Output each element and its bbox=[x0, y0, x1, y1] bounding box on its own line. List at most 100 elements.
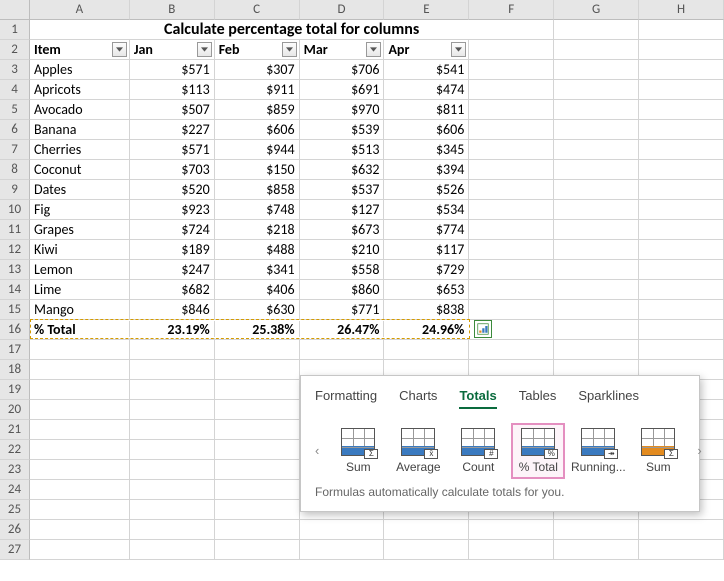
cell-B27[interactable] bbox=[130, 540, 215, 560]
cell-C17[interactable] bbox=[215, 340, 300, 360]
cell-mar-12[interactable]: $210 bbox=[300, 240, 385, 260]
cell-jan-8[interactable]: $703 bbox=[130, 160, 215, 180]
header-jan[interactable]: Jan bbox=[130, 40, 215, 60]
cell-mar-8[interactable]: $632 bbox=[300, 160, 385, 180]
qa-item--total3[interactable]: %% Total bbox=[513, 425, 563, 477]
row-header-21[interactable]: 21 bbox=[0, 420, 30, 440]
cell-jan-4[interactable]: $113 bbox=[130, 80, 215, 100]
col-header-A[interactable]: A bbox=[30, 0, 130, 20]
qa-item-average1[interactable]: x̄Average bbox=[393, 425, 443, 477]
cell-jan-3[interactable]: $571 bbox=[130, 60, 215, 80]
row-header-6[interactable]: 6 bbox=[0, 120, 30, 140]
row-header-17[interactable]: 17 bbox=[0, 340, 30, 360]
cell-C23[interactable] bbox=[215, 460, 300, 480]
cell-feb-15[interactable]: $630 bbox=[215, 300, 300, 320]
cell-jan-9[interactable]: $520 bbox=[130, 180, 215, 200]
row-header-12[interactable]: 12 bbox=[0, 240, 30, 260]
row-header-18[interactable]: 18 bbox=[0, 360, 30, 380]
title-cell[interactable]: Calculate percentage total for columns bbox=[30, 20, 554, 40]
cell-F14[interactable] bbox=[469, 280, 554, 300]
cell-item-10[interactable]: Fig bbox=[30, 200, 130, 220]
col-header-C[interactable]: C bbox=[215, 0, 300, 20]
total-mar[interactable]: 26.47% bbox=[300, 320, 385, 340]
cell-A25[interactable] bbox=[30, 500, 130, 520]
cell-H17[interactable] bbox=[639, 340, 724, 360]
cell-jan-6[interactable]: $227 bbox=[130, 120, 215, 140]
cell-apr-12[interactable]: $117 bbox=[384, 240, 469, 260]
row-header-25[interactable]: 25 bbox=[0, 500, 30, 520]
header-apr[interactable]: Apr bbox=[384, 40, 469, 60]
qa-tab-formatting[interactable]: Formatting bbox=[315, 386, 377, 409]
cell-A21[interactable] bbox=[30, 420, 130, 440]
cell-jan-5[interactable]: $507 bbox=[130, 100, 215, 120]
row-header-10[interactable]: 10 bbox=[0, 200, 30, 220]
row-header-2[interactable]: 2 bbox=[0, 40, 30, 60]
cell-jan-14[interactable]: $682 bbox=[130, 280, 215, 300]
cell-F3[interactable] bbox=[469, 60, 554, 80]
cell-H7[interactable] bbox=[639, 140, 724, 160]
cell-G5[interactable] bbox=[554, 100, 639, 120]
row-header-15[interactable]: 15 bbox=[0, 300, 30, 320]
cell-A17[interactable] bbox=[30, 340, 130, 360]
cell-feb-8[interactable]: $150 bbox=[215, 160, 300, 180]
cell-mar-11[interactable]: $673 bbox=[300, 220, 385, 240]
cell-H12[interactable] bbox=[639, 240, 724, 260]
cell-feb-4[interactable]: $911 bbox=[215, 80, 300, 100]
cell-feb-14[interactable]: $406 bbox=[215, 280, 300, 300]
cell-H6[interactable] bbox=[639, 120, 724, 140]
cell-jan-7[interactable]: $571 bbox=[130, 140, 215, 160]
cell-F12[interactable] bbox=[469, 240, 554, 260]
cell-mar-3[interactable]: $706 bbox=[300, 60, 385, 80]
row-header-27[interactable]: 27 bbox=[0, 540, 30, 560]
qa-scroll-left[interactable]: ‹ bbox=[315, 425, 319, 475]
cell-apr-4[interactable]: $474 bbox=[384, 80, 469, 100]
cell-G27[interactable] bbox=[554, 540, 639, 560]
cell-item-9[interactable]: Dates bbox=[30, 180, 130, 200]
cell-F27[interactable] bbox=[469, 540, 554, 560]
filter-dropdown-feb[interactable] bbox=[282, 42, 297, 57]
cell-jan-13[interactable]: $247 bbox=[130, 260, 215, 280]
cell-apr-13[interactable]: $729 bbox=[384, 260, 469, 280]
cell-B19[interactable] bbox=[130, 380, 215, 400]
cell-C22[interactable] bbox=[215, 440, 300, 460]
total-feb[interactable]: 25.38% bbox=[215, 320, 300, 340]
cell-apr-6[interactable]: $606 bbox=[384, 120, 469, 140]
cell-G16[interactable] bbox=[554, 320, 639, 340]
cell-B23[interactable] bbox=[130, 460, 215, 480]
row-header-23[interactable]: 23 bbox=[0, 460, 30, 480]
col-header-F[interactable]: F bbox=[469, 0, 554, 20]
cell-F15[interactable] bbox=[469, 300, 554, 320]
cell-jan-15[interactable]: $846 bbox=[130, 300, 215, 320]
row-header-11[interactable]: 11 bbox=[0, 220, 30, 240]
row-header-24[interactable]: 24 bbox=[0, 480, 30, 500]
cell-apr-11[interactable]: $774 bbox=[384, 220, 469, 240]
filter-dropdown-apr[interactable] bbox=[451, 42, 466, 57]
cell-G9[interactable] bbox=[554, 180, 639, 200]
cell-feb-11[interactable]: $218 bbox=[215, 220, 300, 240]
cell-apr-7[interactable]: $345 bbox=[384, 140, 469, 160]
qa-tab-totals[interactable]: Totals bbox=[459, 386, 496, 409]
qa-tab-sparklines[interactable]: Sparklines bbox=[578, 386, 639, 409]
cell-H13[interactable] bbox=[639, 260, 724, 280]
row-header-5[interactable]: 5 bbox=[0, 100, 30, 120]
cell-G12[interactable] bbox=[554, 240, 639, 260]
cell-H27[interactable] bbox=[639, 540, 724, 560]
cell-E17[interactable] bbox=[384, 340, 469, 360]
cell-D27[interactable] bbox=[300, 540, 385, 560]
cell-F7[interactable] bbox=[469, 140, 554, 160]
row-header-9[interactable]: 9 bbox=[0, 180, 30, 200]
header-mar[interactable]: Mar bbox=[300, 40, 385, 60]
total-label[interactable]: % Total bbox=[30, 320, 130, 340]
cell-G6[interactable] bbox=[554, 120, 639, 140]
cell-G10[interactable] bbox=[554, 200, 639, 220]
cell-item-12[interactable]: Kiwi bbox=[30, 240, 130, 260]
row-header-22[interactable]: 22 bbox=[0, 440, 30, 460]
cell-feb-5[interactable]: $859 bbox=[215, 100, 300, 120]
row-header-14[interactable]: 14 bbox=[0, 280, 30, 300]
cell-G14[interactable] bbox=[554, 280, 639, 300]
cell-E26[interactable] bbox=[384, 520, 469, 540]
cell-F8[interactable] bbox=[469, 160, 554, 180]
cell-H4[interactable] bbox=[639, 80, 724, 100]
cell-H2[interactable] bbox=[639, 40, 724, 60]
cell-H8[interactable] bbox=[639, 160, 724, 180]
